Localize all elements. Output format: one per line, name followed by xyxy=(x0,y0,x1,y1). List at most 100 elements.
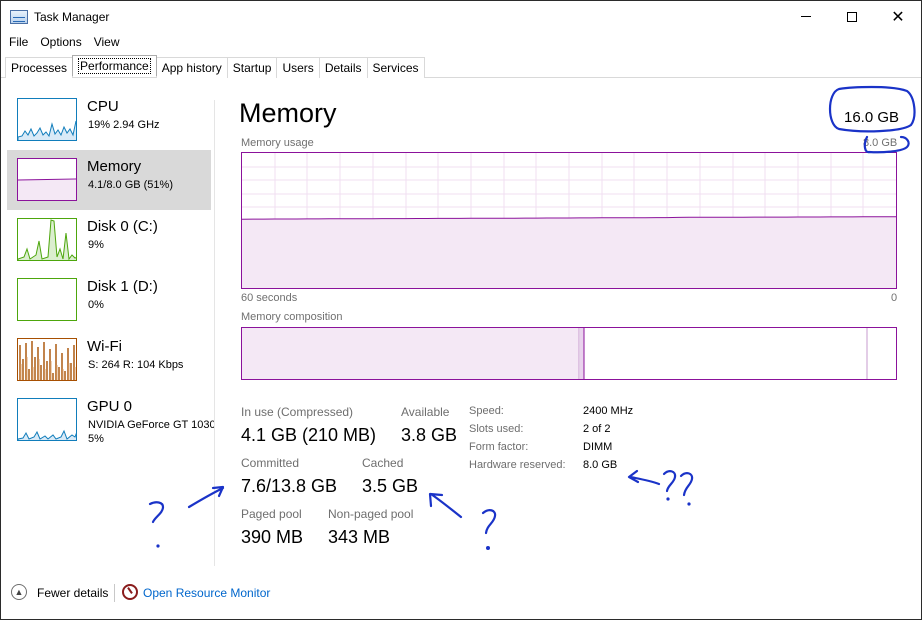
sidebar-gpu-model: NVIDIA GeForce GT 1030 xyxy=(88,419,215,431)
open-resource-monitor-link[interactable]: Open Resource Monitor xyxy=(143,586,270,600)
tab-users[interactable]: Users xyxy=(276,57,320,78)
page-title: Memory xyxy=(239,98,337,128)
wifi-receive-label: R: xyxy=(122,359,134,371)
sidebar-memory-usage: 4.1/8.0 GB (51%) xyxy=(88,179,173,191)
available-label: Available xyxy=(401,405,450,419)
hardware-reserved-label: Hardware reserved: xyxy=(469,459,566,471)
sidebar-disk0-name: Disk 0 (C:) xyxy=(87,218,158,235)
tab-performance[interactable]: Performance xyxy=(72,55,157,77)
tab-details[interactable]: Details xyxy=(318,57,368,78)
maximize-icon xyxy=(847,11,857,22)
wifi-receive-value: 104 Kbps xyxy=(136,359,184,371)
sidebar-item-wifi[interactable]: Wi-Fi S: 264 R: 104 Kbps xyxy=(7,330,211,390)
annotation-question-1 xyxy=(148,501,165,524)
sidebar-disk1-name: Disk 1 (D:) xyxy=(87,278,158,295)
in-use-label: In use (Compressed) xyxy=(241,405,354,419)
footer: ▲ Fewer details Open Resource Monitor xyxy=(1,576,921,610)
sidebar-item-disk1[interactable]: Disk 1 (D:) 0% xyxy=(7,270,211,330)
chevron-up-icon[interactable]: ▲ xyxy=(11,584,27,600)
wifi-send-label: S: xyxy=(88,359,99,371)
close-icon: ✕ xyxy=(891,8,905,26)
composition-in-use xyxy=(242,328,579,379)
nonpaged-pool-value: 343 MB xyxy=(328,527,391,547)
tab-startup[interactable]: Startup xyxy=(226,57,278,78)
annotation-question-2 xyxy=(481,509,497,535)
form-factor-label: Form factor: xyxy=(469,441,529,453)
maximize-button[interactable] xyxy=(829,1,875,32)
tab-services[interactable]: Services xyxy=(366,57,425,78)
sidebar-disk1-usage: 0% xyxy=(88,299,104,311)
tab-strip: Processes Performance App history Startu… xyxy=(5,55,425,78)
tab-processes[interactable]: Processes xyxy=(5,57,74,78)
in-use-value: 4.1 GB (210 MB) xyxy=(241,425,377,445)
memory-usage-graph xyxy=(241,152,897,289)
menu-view[interactable]: View xyxy=(94,35,120,49)
memory-usage-plot xyxy=(241,153,896,288)
tab-app-history[interactable]: App history xyxy=(155,57,228,78)
sidebar-divider xyxy=(214,100,215,566)
committed-value: 7.6/13.8 GB xyxy=(241,476,338,496)
nonpaged-pool-label: Non-paged pool xyxy=(328,507,414,521)
cached-label: Cached xyxy=(362,456,404,470)
disk0-thumbnail-graph xyxy=(17,218,77,261)
memory-composition-graph xyxy=(241,327,897,380)
wifi-send-value: 264 xyxy=(101,359,120,371)
slots-value: 2 of 2 xyxy=(583,423,611,435)
minimize-icon xyxy=(801,16,811,17)
composition-modified xyxy=(580,328,584,379)
close-button[interactable]: ✕ xyxy=(875,1,921,32)
slots-label: Slots used: xyxy=(469,423,524,435)
annotation-question-3 xyxy=(662,470,677,493)
form-factor-value: DIMM xyxy=(583,441,613,453)
sidebar-cpu-name: CPU xyxy=(87,98,119,115)
task-manager-window: Task Manager ✕ File Options View Process… xyxy=(0,0,922,620)
sidebar-item-memory[interactable]: Memory 4.1/8.0 GB (51%) xyxy=(7,150,211,210)
footer-separator xyxy=(114,584,115,602)
sidebar-item-gpu[interactable]: GPU 0 NVIDIA GeForce GT 1030 5% xyxy=(7,390,215,450)
memory-composition-label: Memory composition xyxy=(241,311,343,323)
sidebar-wifi-throughput: S: 264 R: 104 Kbps xyxy=(88,359,183,371)
gpu-thumbnail-graph xyxy=(17,398,77,441)
sidebar-item-cpu[interactable]: CPU 19% 2.94 GHz xyxy=(7,90,211,150)
memory-composition-bar xyxy=(242,328,868,379)
menu-file[interactable]: File xyxy=(9,35,28,49)
memory-thumbnail-graph xyxy=(17,158,77,201)
available-value: 3.8 GB xyxy=(401,425,458,445)
annotation-arrowhead-3 xyxy=(627,469,640,484)
resource-sidebar: CPU 19% 2.94 GHz Memory 4.1/8.0 GB (51%)… xyxy=(7,90,215,450)
wifi-thumbnail-graph xyxy=(17,338,77,381)
hardware-reserved-value: 8.0 GB xyxy=(583,459,618,471)
annotation-arrow-1 xyxy=(187,486,225,509)
sidebar-disk0-usage: 9% xyxy=(88,239,104,251)
annotation-arrowhead-2 xyxy=(428,492,444,508)
sidebar-item-disk0[interactable]: Disk 0 (C:) 9% xyxy=(7,210,211,270)
disk1-thumbnail-graph xyxy=(17,278,77,321)
task-manager-icon xyxy=(10,9,28,24)
annotation-arrow-2 xyxy=(429,492,463,519)
fewer-details-button[interactable]: Fewer details xyxy=(37,586,108,600)
time-axis-left: 60 seconds xyxy=(241,292,298,304)
memory-usage-max: 8.0 GB xyxy=(863,137,898,149)
paged-pool-value: 390 MB xyxy=(241,527,304,547)
sidebar-cpu-usage: 19% 2.94 GHz xyxy=(88,119,160,131)
tab-performance-label: Performance xyxy=(78,58,151,74)
sidebar-gpu-usage: 5% xyxy=(88,433,104,445)
paged-pool-label: Paged pool xyxy=(241,507,302,521)
memory-usage-label: Memory usage xyxy=(241,137,314,149)
cached-value: 3.5 GB xyxy=(362,476,419,496)
resource-monitor-icon xyxy=(122,584,138,600)
window-title: Task Manager xyxy=(34,9,110,24)
time-axis-right: 0 xyxy=(891,292,898,304)
menu-options[interactable]: Options xyxy=(40,35,81,49)
speed-value: 2400 MHz xyxy=(583,405,634,417)
annotation-arrow-3 xyxy=(628,475,661,486)
menu-bar: File Options View xyxy=(1,32,124,52)
total-memory: 16.0 GB xyxy=(844,109,900,126)
minimize-button[interactable] xyxy=(783,1,829,32)
annotation-question-4 xyxy=(679,472,694,497)
cpu-thumbnail-graph xyxy=(17,98,77,141)
speed-label: Speed: xyxy=(469,405,504,417)
sidebar-gpu-name: GPU 0 xyxy=(87,398,133,415)
committed-label: Committed xyxy=(241,456,300,470)
sidebar-memory-name: Memory xyxy=(87,158,142,175)
